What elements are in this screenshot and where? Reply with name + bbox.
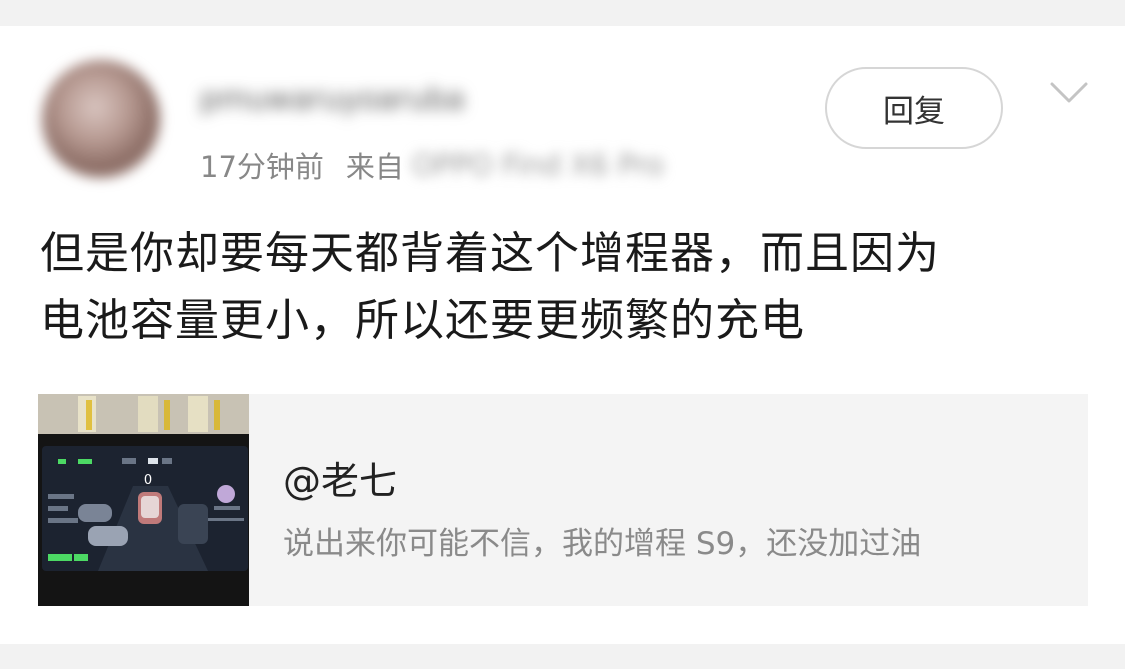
- quoted-text: 说出来你可能不信，我的增程 S9，还没加过油: [283, 526, 922, 562]
- quoted-post-thumbnail[interactable]: 0: [38, 394, 249, 606]
- chevron-down-icon[interactable]: [1049, 80, 1089, 106]
- car-dashboard-image: 0: [38, 394, 249, 606]
- from-device: OPPO Find X6 Pro: [411, 148, 664, 182]
- comment-meta: 17分钟前 来自 OPPO Find X6 Pro: [200, 144, 664, 186]
- reply-button[interactable]: 回复: [825, 67, 1003, 149]
- card-separator: [0, 644, 1125, 669]
- from-label: 来自: [345, 150, 404, 184]
- thumbnail-speed: 0: [144, 473, 152, 488]
- comment-body-line: 但是你却要每天都背着这个增程器，而且因为: [40, 228, 940, 279]
- username[interactable]: pmuwaruyoaruba: [200, 82, 580, 122]
- comment-body-line: 电池容量更小，所以还要更频繁的充电: [40, 295, 805, 346]
- comment-body: 但是你却要每天都背着这个增程器，而且因为 电池容量更小，所以还要更频繁的充电: [40, 220, 1100, 354]
- comment-time: 17分钟前: [200, 150, 324, 184]
- quoted-post-card[interactable]: 0 @老七 说出来你可能不信，我的增程 S9，还没加过油: [38, 394, 1088, 606]
- quoted-author[interactable]: @老七: [283, 450, 397, 505]
- avatar[interactable]: [42, 60, 160, 178]
